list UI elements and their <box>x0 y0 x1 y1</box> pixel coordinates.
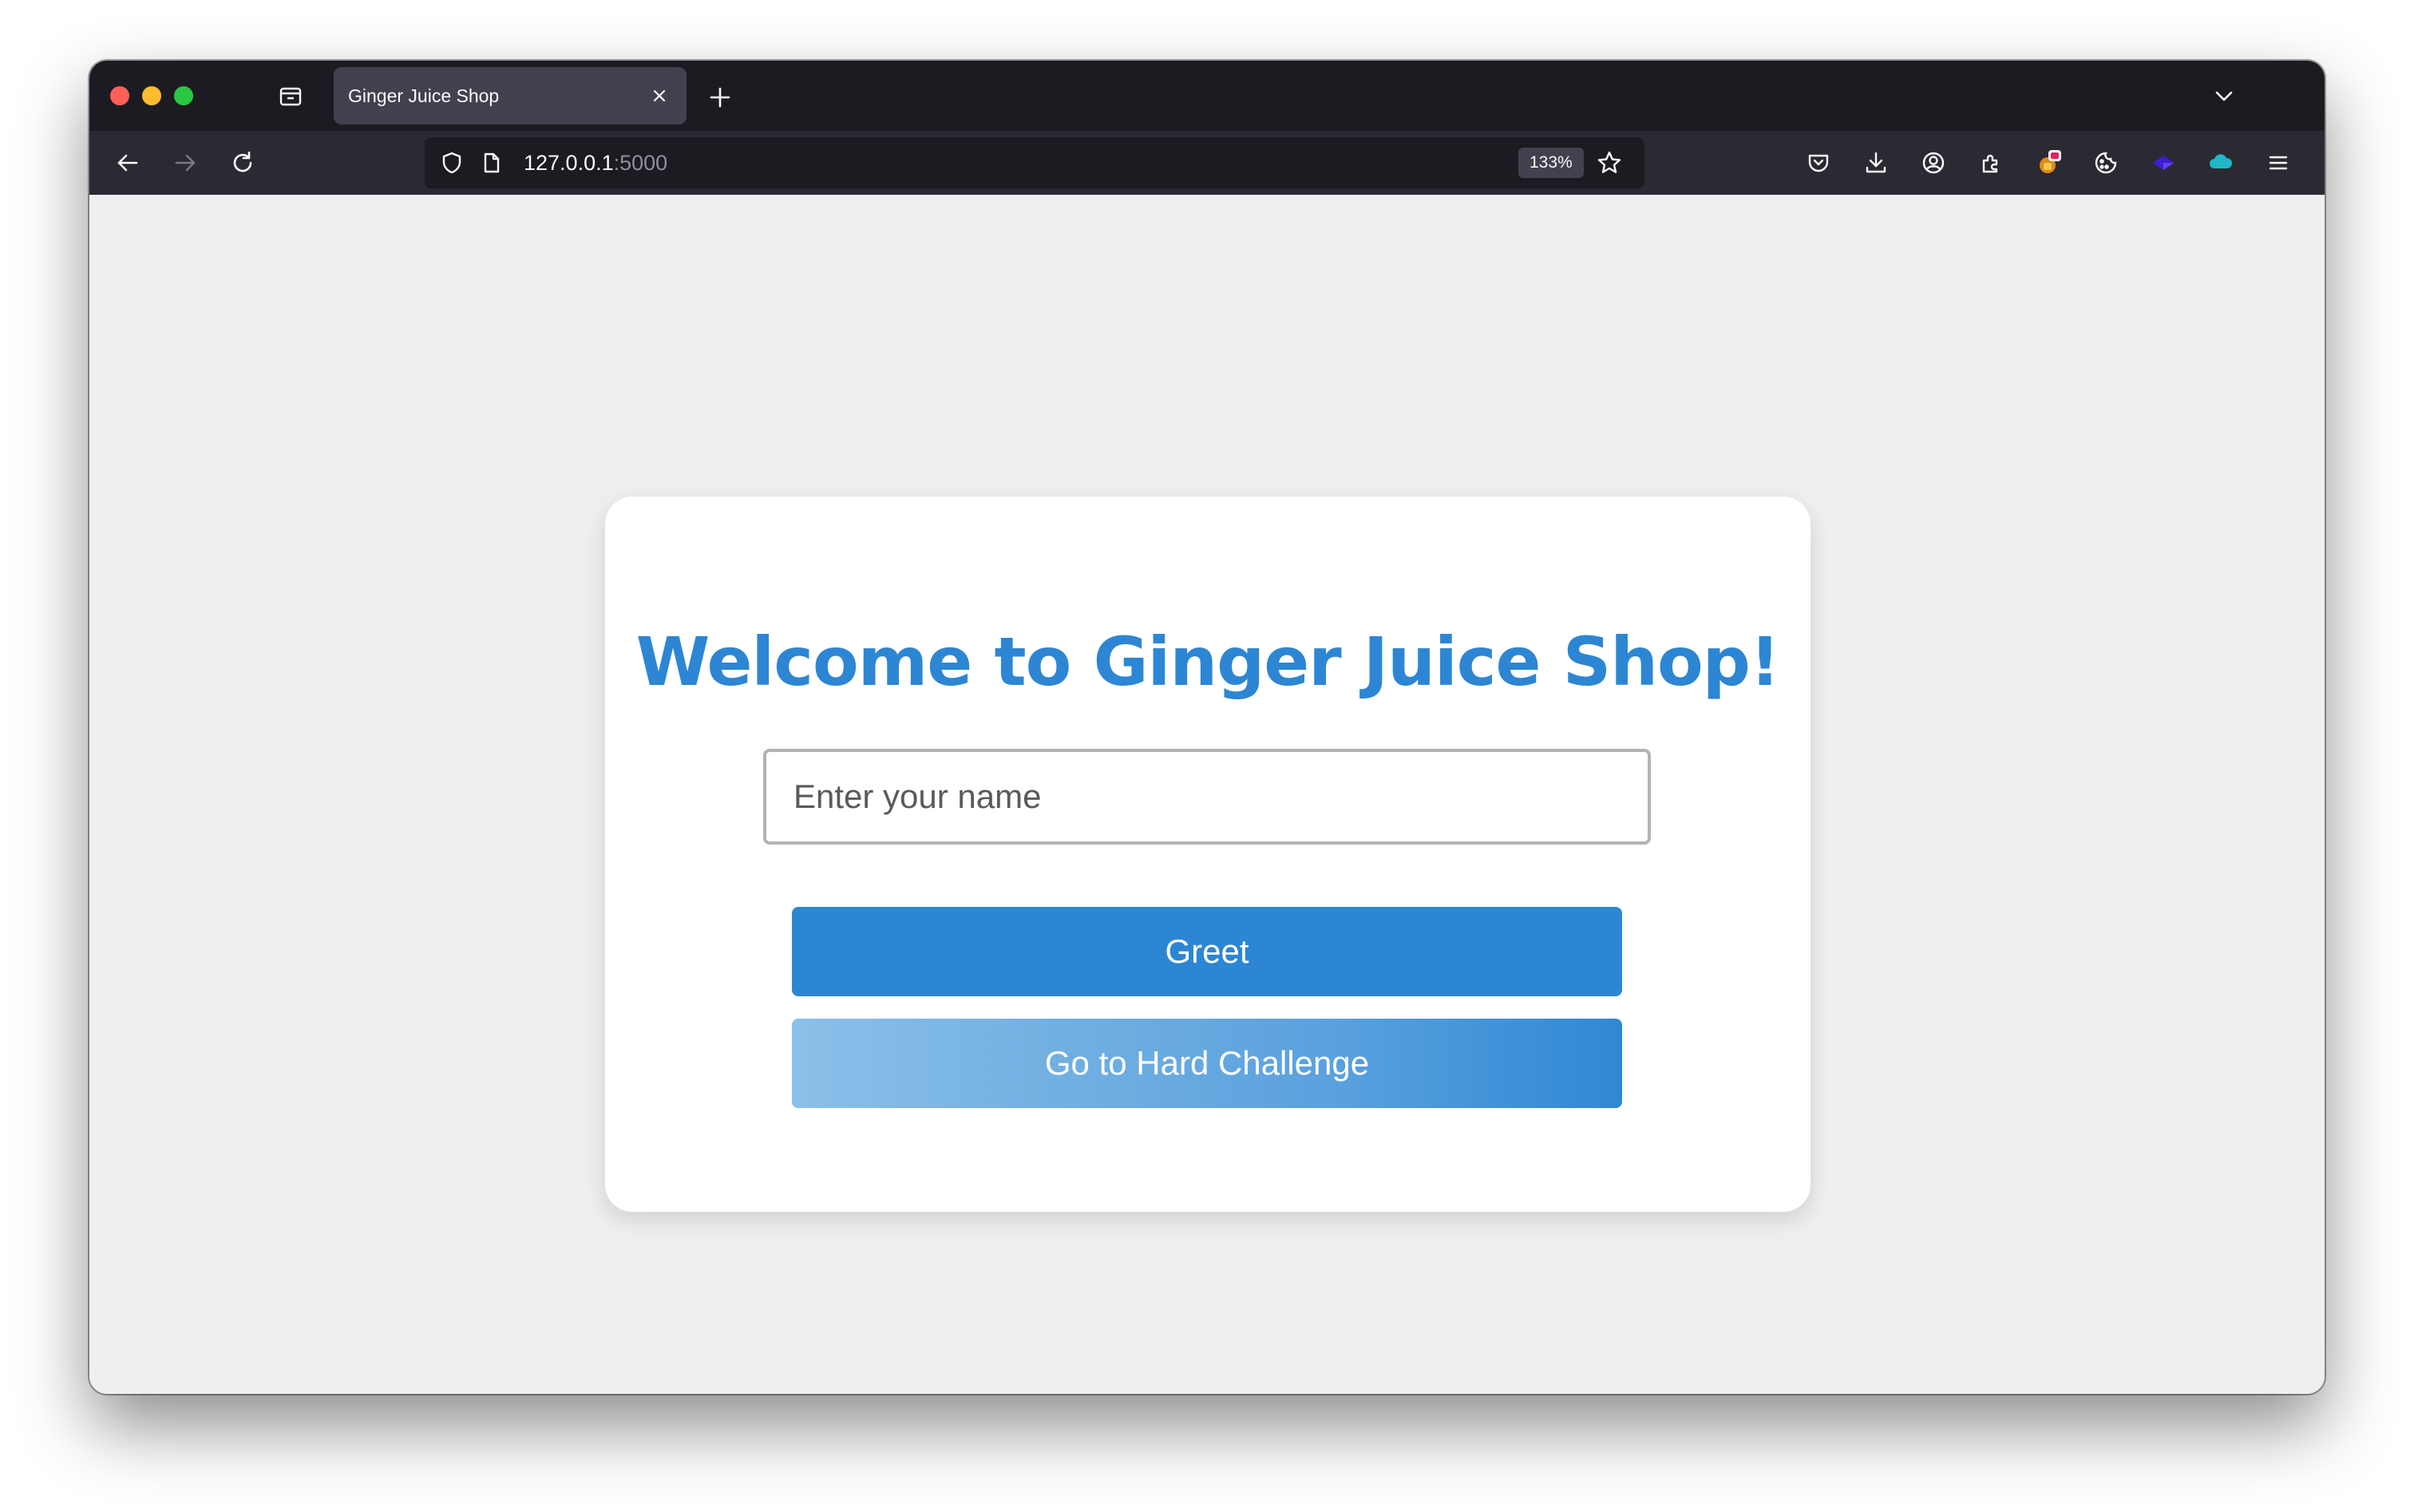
close-tab-icon[interactable] <box>647 83 672 109</box>
download-icon[interactable] <box>1860 147 1892 179</box>
puzzle-icon[interactable] <box>1975 147 2007 179</box>
url-host: 127.0.0.1 <box>524 151 614 175</box>
name-input[interactable] <box>763 749 1651 845</box>
tab-title: Ginger Juice Shop <box>348 85 500 106</box>
zoom-level-badge[interactable]: 133% <box>1518 148 1584 178</box>
back-arrow-icon[interactable] <box>112 147 144 179</box>
tab-manager-icon[interactable] <box>275 80 307 112</box>
hard-challenge-button[interactable]: Go to Hard Challenge <box>792 1019 1622 1108</box>
close-window-button[interactable] <box>110 86 129 105</box>
reload-icon[interactable] <box>227 147 259 179</box>
fullscreen-window-button[interactable] <box>174 86 193 105</box>
minimize-window-button[interactable] <box>142 86 161 105</box>
browser-window: Ginger Juice Shop 127.0.0.1:5000 133% We… <box>89 61 2325 1394</box>
star-icon[interactable] <box>1595 148 1624 177</box>
url-port: :5000 <box>613 151 668 175</box>
chevron-down-icon[interactable] <box>2210 81 2238 110</box>
greet-button[interactable]: Greet <box>792 907 1622 996</box>
address-bar[interactable]: 127.0.0.1:5000 133% <box>425 137 1644 188</box>
page-content: Welcome to Ginger Juice Shop! Greet Go t… <box>89 195 2325 1394</box>
tab-bar: Ginger Juice Shop <box>89 61 2325 131</box>
page-title: Welcome to Ginger Juice Shop! <box>635 623 1780 701</box>
forward-arrow-icon[interactable] <box>169 147 201 179</box>
navigation-bar: 127.0.0.1:5000 133% <box>89 131 2325 195</box>
url-text[interactable]: 127.0.0.1:5000 <box>524 151 667 176</box>
hamburger-menu-icon[interactable] <box>2262 147 2294 179</box>
welcome-card: Welcome to Ginger Juice Shop! Greet Go t… <box>605 497 1810 1212</box>
page-icon[interactable] <box>477 148 506 177</box>
new-tab-icon[interactable] <box>706 83 734 112</box>
extension-purple-icon[interactable] <box>2147 147 2179 179</box>
account-icon[interactable] <box>1917 147 1949 179</box>
tab-active[interactable]: Ginger Juice Shop <box>334 67 687 125</box>
pocket-icon[interactable] <box>1803 147 1834 179</box>
cloud-icon[interactable] <box>2205 147 2237 179</box>
shield-icon[interactable] <box>437 148 466 177</box>
cookie-icon[interactable] <box>2090 147 2122 179</box>
extension-ginger-icon[interactable] <box>2032 147 2064 179</box>
